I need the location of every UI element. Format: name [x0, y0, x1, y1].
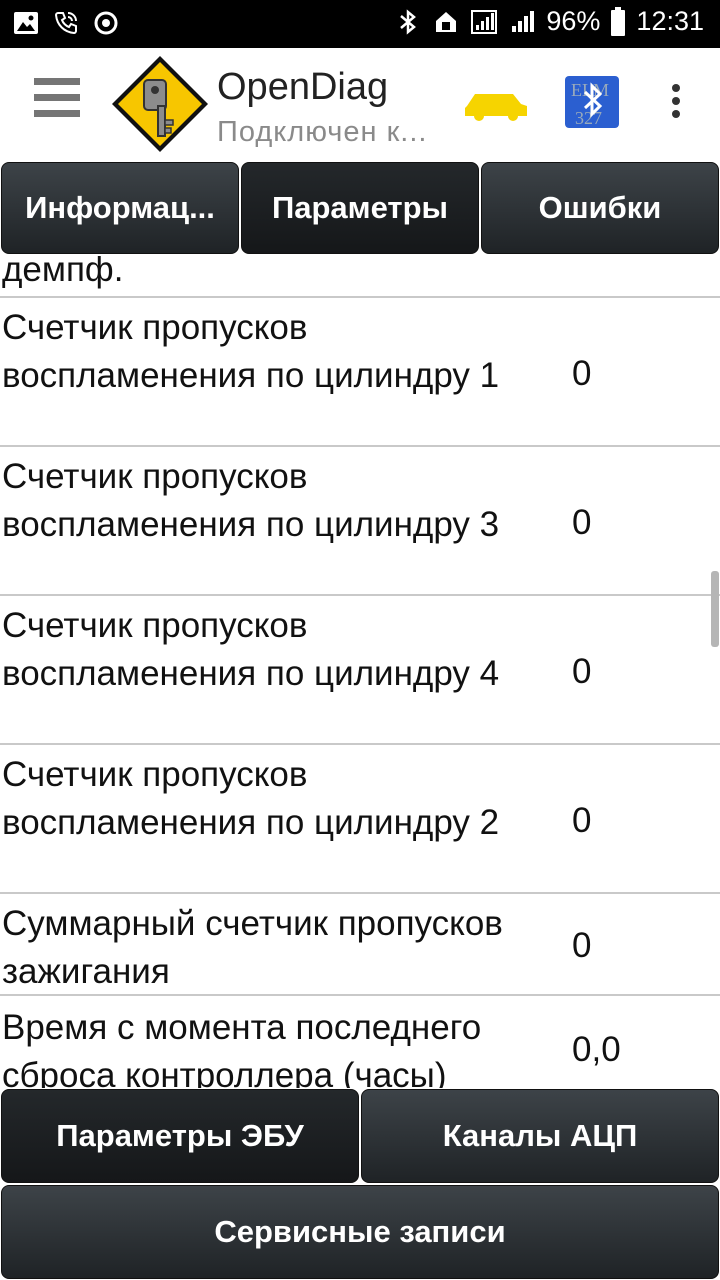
parameter-name: Счетчик пропусков воспламенения по цилин…: [2, 606, 500, 693]
app-title: OpenDiag: [217, 66, 389, 108]
app-logo-key: [112, 56, 208, 152]
tab-info[interactable]: Информац...: [1, 162, 239, 254]
parameter-name: демпф.: [2, 256, 124, 289]
signal-icon: [512, 10, 535, 32]
car-icon[interactable]: [463, 86, 529, 122]
list-item: Счетчик пропусков воспламенения по цилин…: [0, 447, 720, 596]
tab-errors[interactable]: Ошибки: [481, 162, 719, 254]
tab-bar: Информац... Параметры Ошибки: [0, 160, 720, 256]
parameter-value: 0: [572, 503, 592, 542]
list-item: Счетчик пропусков воспламенения по цилин…: [0, 298, 720, 447]
parameter-name: Время с момента последнего сброса контро…: [2, 1008, 482, 1088]
scrollbar[interactable]: [711, 571, 719, 647]
menu-icon[interactable]: [34, 78, 82, 128]
battery-icon: [611, 6, 626, 36]
tab-parameters[interactable]: Параметры: [241, 162, 479, 254]
parameter-name: Счетчик пропусков воспламенения по цилин…: [2, 457, 500, 544]
overflow-menu-icon[interactable]: [668, 84, 684, 124]
connection-status: Подключен к...: [217, 116, 428, 148]
parameter-name: Суммарный счетчик пропусков зажигания: [2, 904, 503, 991]
parameter-value: 0,0: [572, 1030, 621, 1069]
adc-channels-button[interactable]: Каналы АЦП: [361, 1089, 719, 1183]
parameter-value: 0: [572, 926, 592, 965]
list-item: Время с момента последнего сброса контро…: [0, 996, 720, 1088]
parameter-name: Счетчик пропусков воспламенения по цилин…: [2, 755, 500, 842]
list-item: демпф.: [0, 256, 720, 298]
app-bar: OpenDiag Подключен к... ELM 327: [0, 48, 720, 160]
ecu-parameters-button[interactable]: Параметры ЭБУ: [1, 1089, 359, 1183]
service-records-button[interactable]: Сервисные записи: [1, 1185, 719, 1279]
nfc-icon: [436, 11, 457, 32]
image-icon: [14, 12, 38, 34]
svg-text:327: 327: [575, 108, 602, 128]
list-item: Счетчик пропусков воспламенения по цилин…: [0, 596, 720, 745]
list-item: Счетчик пропусков воспламенения по цилин…: [0, 745, 720, 894]
clock: 12:31: [636, 6, 704, 36]
bluetooth-elm327-icon[interactable]: ELM 327: [565, 76, 619, 128]
parameter-value: 0: [572, 801, 592, 840]
wifi-call-icon: [54, 12, 77, 35]
status-bar: 96% 12:31: [0, 0, 720, 48]
sync-icon: [94, 11, 118, 35]
parameter-value: 0: [572, 652, 592, 691]
parameter-name: Счетчик пропусков воспламенения по цилин…: [2, 308, 500, 395]
parameter-list[interactable]: демпф. Счетчик пропусков воспламенения п…: [0, 256, 720, 1088]
battery-percent: 96%: [546, 6, 601, 36]
list-item: Суммарный счетчик пропусков зажигания 0: [0, 894, 720, 996]
bluetooth-icon: [400, 8, 417, 35]
parameter-value: 0: [572, 354, 592, 393]
bottom-actions: Параметры ЭБУ Каналы АЦП Сервисные запис…: [0, 1088, 720, 1280]
signal-icon: [471, 9, 498, 34]
